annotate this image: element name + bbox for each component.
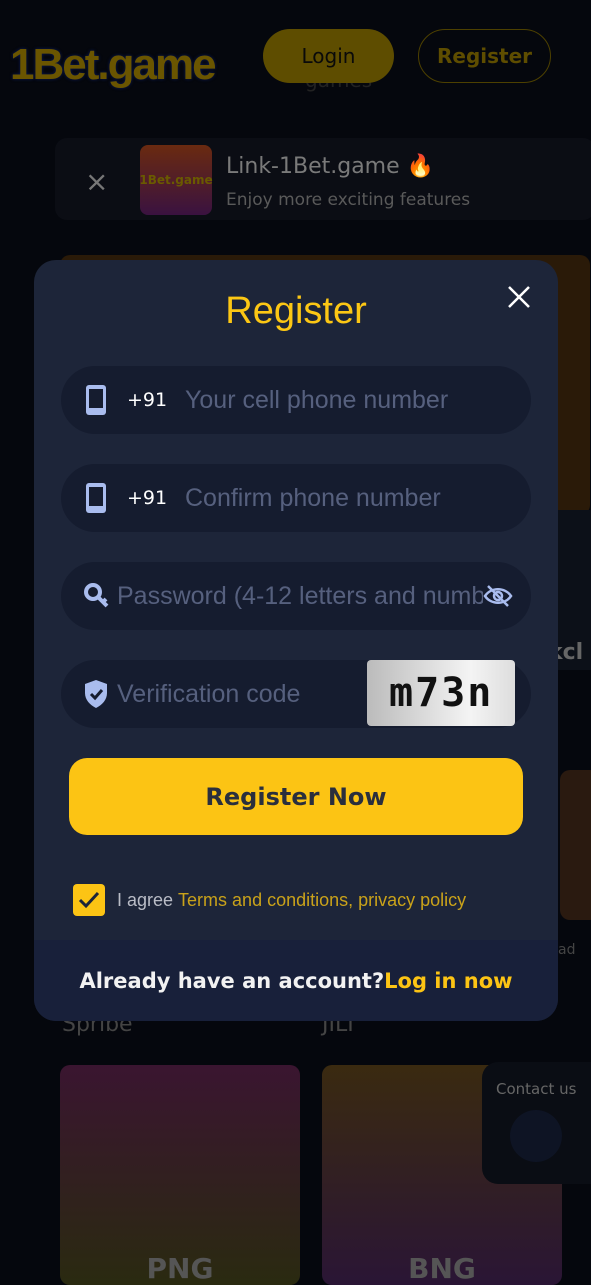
phone-icon xyxy=(86,483,106,513)
eye-off-icon[interactable] xyxy=(483,583,513,609)
register-modal: Register +91 +91 m73n Register Now I agr… xyxy=(34,260,558,1021)
verification-input[interactable] xyxy=(117,679,347,709)
tile-label: PNG xyxy=(146,1252,214,1285)
phone-icon xyxy=(86,385,106,415)
key-icon xyxy=(84,583,109,608)
footer-text: Already have an account? xyxy=(79,968,385,993)
phone-field: +91 xyxy=(61,366,531,434)
password-field xyxy=(61,562,531,630)
close-icon[interactable] xyxy=(504,282,534,312)
captcha-image[interactable]: m73n xyxy=(367,660,515,726)
modal-title: Register xyxy=(225,290,367,332)
modal-footer: Already have an account? Log in now xyxy=(34,940,558,1021)
game-tile-png[interactable]: PNG xyxy=(60,1065,300,1285)
verification-field: m73n xyxy=(61,660,531,728)
login-button[interactable]: Login xyxy=(263,29,394,83)
terms-agreement: I agree Terms and conditions, privacy po… xyxy=(73,884,466,916)
terms-link[interactable]: Terms and conditions, privacy policy xyxy=(178,890,466,911)
banner-title: Link-1Bet.game 🔥 xyxy=(226,154,435,179)
confirm-phone-field: +91 xyxy=(61,464,531,532)
agree-checkbox[interactable] xyxy=(73,884,105,916)
game-tile-partial[interactable] xyxy=(560,770,591,920)
shield-check-icon xyxy=(85,680,107,708)
partial-label: ad xyxy=(558,942,576,958)
telegram-icon[interactable] xyxy=(510,1110,562,1162)
phone-input[interactable] xyxy=(185,385,531,415)
register-now-button[interactable]: Register Now xyxy=(69,758,523,835)
contact-us-label: Contact us xyxy=(496,1080,577,1098)
country-code[interactable]: +91 xyxy=(127,389,167,411)
checkmark-icon xyxy=(78,891,100,909)
tile-label: BNG xyxy=(408,1252,476,1285)
contact-panel: Contact us xyxy=(482,1062,591,1184)
confirm-phone-input[interactable] xyxy=(185,483,531,513)
agree-text: I agree xyxy=(117,889,179,910)
app-icon: 1Bet.game xyxy=(139,145,213,215)
login-now-link[interactable]: Log in now xyxy=(384,969,512,993)
site-logo[interactable]: 1Bet.game xyxy=(10,40,217,90)
password-input[interactable] xyxy=(117,581,483,611)
country-code[interactable]: +91 xyxy=(127,487,167,509)
banner-subtitle: Enjoy more exciting features xyxy=(226,190,471,210)
banner-close-icon[interactable]: × xyxy=(85,165,108,198)
captcha-text: m73n xyxy=(389,670,494,716)
register-button[interactable]: Register xyxy=(418,29,551,83)
